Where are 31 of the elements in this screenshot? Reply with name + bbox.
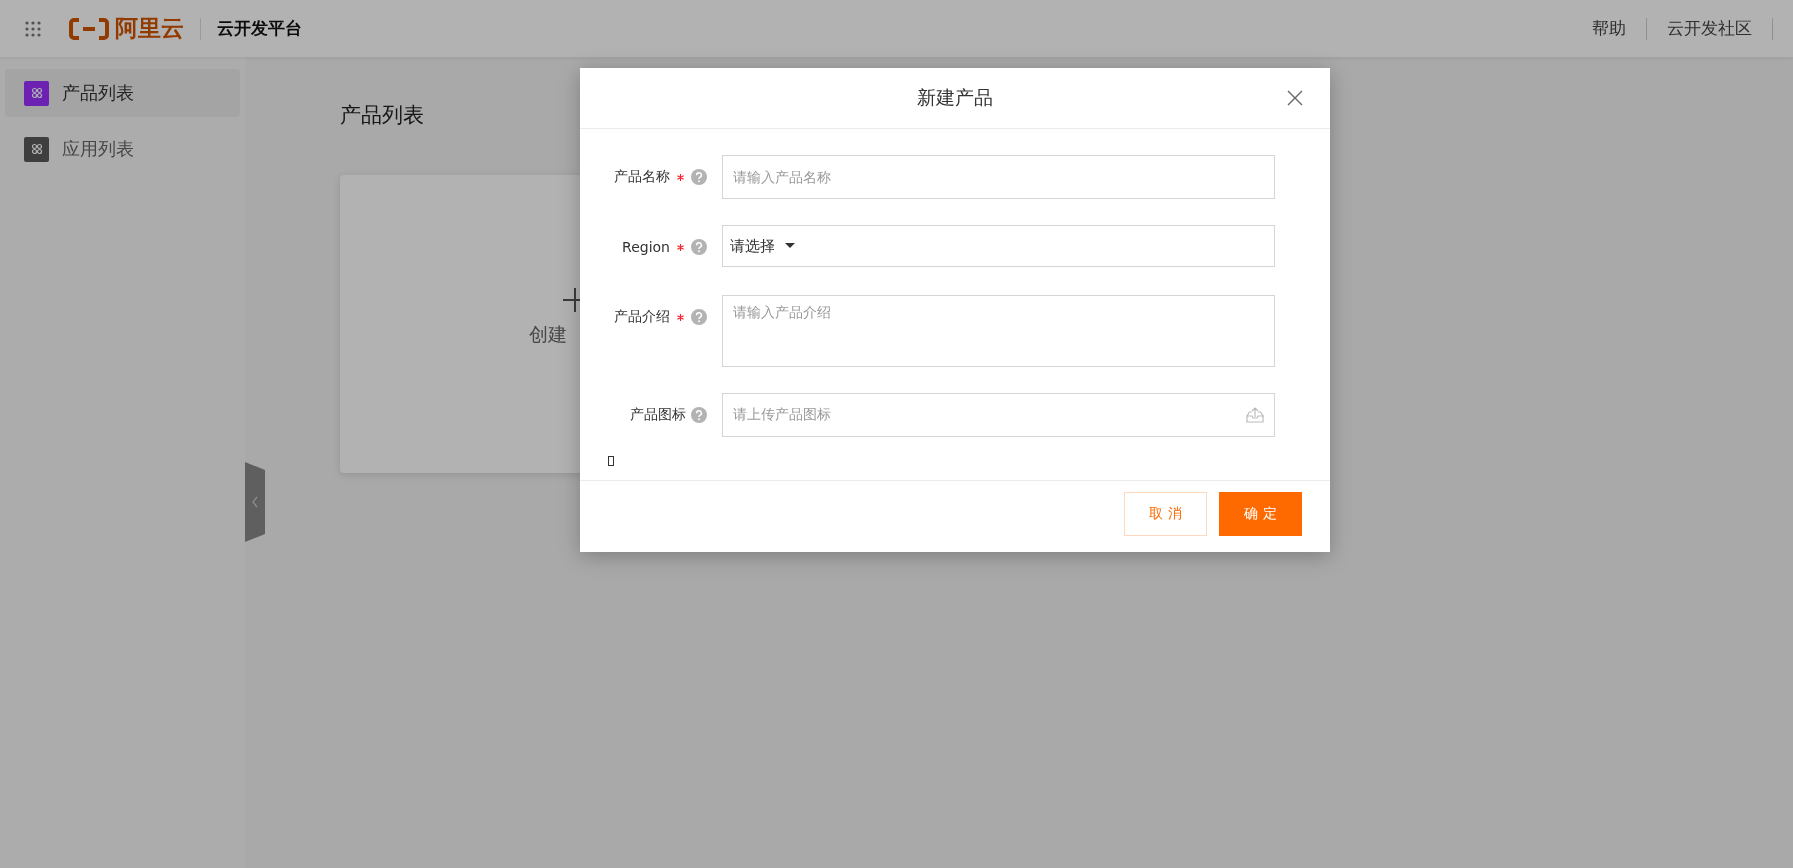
module-icon <box>24 136 49 162</box>
platform-name: 云开发平台 <box>217 17 302 40</box>
logo-icon <box>69 17 109 40</box>
input-field[interactable]: 请输入产品名称 <box>722 155 1275 199</box>
help-icon[interactable] <box>691 169 707 185</box>
help-icon[interactable] <box>691 239 707 255</box>
page-title: 产品列表 <box>340 102 425 129</box>
sidebar-item[interactable]: 产品列表 <box>5 69 240 117</box>
caret-icon <box>785 243 795 249</box>
create-label: 创建 <box>529 322 567 347</box>
field-label: 产品介绍 <box>614 308 670 326</box>
logo-text: 阿里云 <box>115 14 184 43</box>
help-icon[interactable] <box>691 309 707 325</box>
cancel-button[interactable]: 取 消 <box>1124 492 1207 536</box>
missing-glyph-icon <box>608 456 614 466</box>
dialog-title: 新建产品 <box>917 85 993 110</box>
field-label: Region <box>622 239 670 255</box>
textarea-field[interactable]: 请输入产品介绍 <box>722 295 1275 367</box>
close-icon[interactable] <box>1287 90 1303 106</box>
header-link[interactable]: 帮助 <box>1592 17 1626 40</box>
upload-icon <box>1246 407 1264 423</box>
upload-field[interactable]: 请上传产品图标 <box>722 393 1275 437</box>
module-icon <box>24 80 49 106</box>
collapse-handle[interactable] <box>245 462 265 542</box>
confirm-button[interactable]: 确 定 <box>1219 492 1302 536</box>
select-field[interactable]: 请选择 <box>722 225 1275 267</box>
apps-grid-icon[interactable] <box>25 20 41 37</box>
sidebar-item[interactable]: 应用列表 <box>5 125 240 173</box>
header-link[interactable]: 云开发社区 <box>1667 17 1752 40</box>
field-label: 产品图标 <box>630 406 686 424</box>
help-icon[interactable] <box>691 407 707 423</box>
